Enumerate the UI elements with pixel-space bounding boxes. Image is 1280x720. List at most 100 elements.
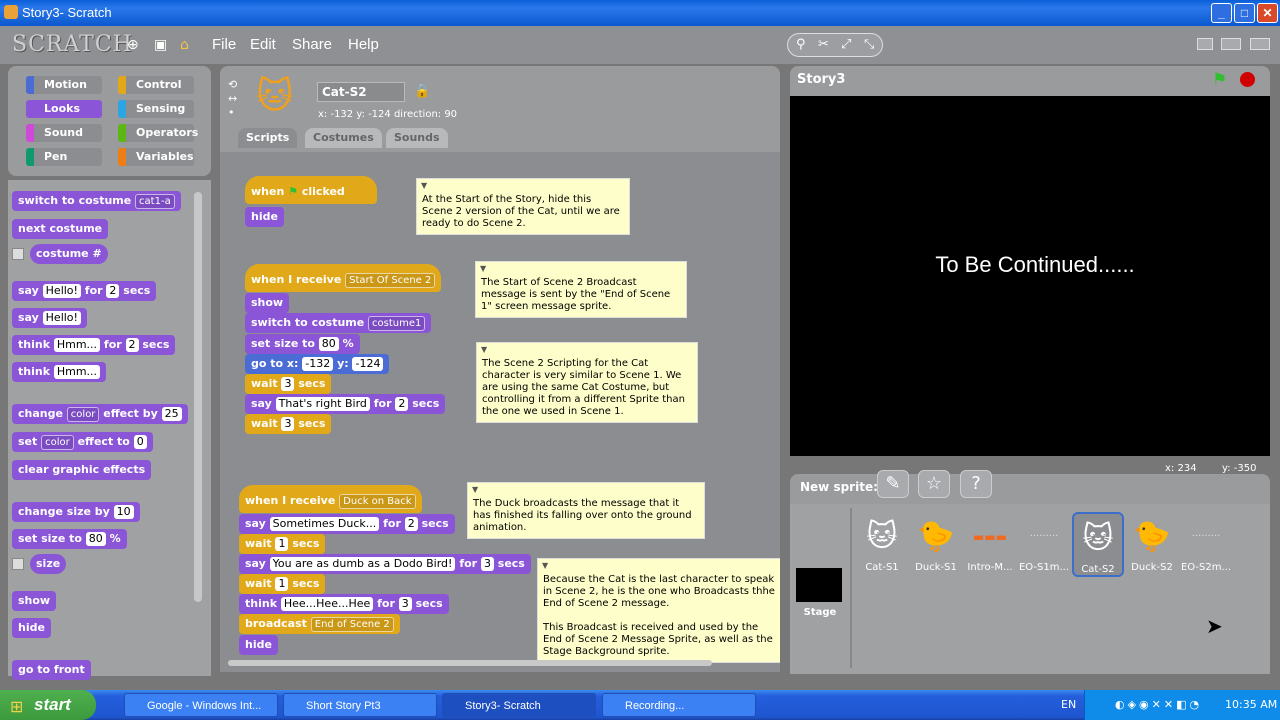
menu-share[interactable]: Share	[292, 36, 332, 53]
comment-note[interactable]: The Scene 2 Scripting for the Cat charac…	[476, 342, 698, 423]
block-set-effect[interactable]: set color effect to 0	[12, 432, 153, 452]
block-set-size[interactable]: set size to 80 %	[12, 529, 127, 549]
block-hide[interactable]: hide	[239, 635, 278, 655]
category-sensing[interactable]: Sensing	[118, 100, 194, 118]
scripts-hscrollbar[interactable]	[228, 660, 712, 666]
sprite-info: ⟲ ↔ • 🐱 Cat-S2 🔒 x: -132 y: -124 direction…	[220, 66, 780, 152]
category-sound[interactable]: Sound	[26, 124, 102, 142]
block-think-for[interactable]: think Hee...Hee...Hee for 3 secs	[239, 594, 449, 614]
green-flag-icon[interactable]: ⚑	[1212, 70, 1227, 90]
tab-costumes[interactable]: Costumes	[305, 128, 382, 148]
block-say[interactable]: say Hello!	[12, 308, 87, 328]
block-change-effect[interactable]: change color effect by 25	[12, 404, 188, 424]
block-think[interactable]: think Hmm...	[12, 362, 107, 382]
menu-edit[interactable]: Edit	[250, 36, 276, 53]
block-show[interactable]: show	[12, 591, 57, 611]
taskbar-item-ie[interactable]: Google - Windows Int...	[124, 693, 278, 717]
block-switch-costume[interactable]: switch to costume cat1-a	[12, 191, 181, 211]
block-say-for[interactable]: say You are as dumb as a Dodo Bird! for …	[239, 554, 531, 574]
sprite-thumb[interactable]: ········· EO-S1m...	[1018, 512, 1070, 573]
sprite-name-field[interactable]: Cat-S2	[317, 82, 405, 102]
text-sprite-icon: ·········	[1191, 531, 1221, 542]
costume-checkbox[interactable]	[12, 248, 24, 260]
block-go-to-front[interactable]: go to front	[12, 660, 91, 680]
windows-logo-icon: ⊞	[10, 697, 24, 716]
block-say-for[interactable]: say Hello! for 2 secs	[12, 281, 157, 301]
rotation-style-icons[interactable]: ⟲ ↔ •	[228, 78, 237, 120]
tab-sounds[interactable]: Sounds	[386, 128, 448, 148]
globe-icon[interactable]: ⊕	[127, 37, 143, 53]
sprite-thumb-selected[interactable]: 🐱 Cat-S2	[1072, 512, 1124, 577]
category-panel: Motion Control Looks Sensing Sound Opera…	[8, 66, 211, 176]
random-sprite-icon[interactable]: ?	[960, 470, 992, 498]
menu-help[interactable]: Help	[348, 36, 379, 53]
close-button[interactable]: ✕	[1257, 3, 1278, 23]
block-next-costume[interactable]: next costume	[12, 219, 109, 239]
hat-when-flag-clicked[interactable]: when ⚑ clicked	[245, 176, 377, 204]
tab-scripts[interactable]: Scripts	[238, 128, 298, 148]
stage-thumbnail[interactable]	[796, 568, 842, 602]
block-hide[interactable]: hide	[245, 207, 284, 227]
block-clear-effects[interactable]: clear graphic effects	[12, 460, 152, 480]
lock-icon[interactable]: 🔒	[414, 84, 430, 99]
delete-icon[interactable]: ✂	[818, 37, 829, 52]
sprite-thumb[interactable]: 🐤 Duck-S2	[1126, 512, 1178, 573]
language-indicator[interactable]: EN	[1061, 698, 1076, 711]
paint-sprite-icon[interactable]: ✎	[877, 470, 909, 498]
menu-file[interactable]: File	[212, 36, 236, 53]
comment-note[interactable]: The Duck broadcasts the message that it …	[467, 482, 705, 539]
block-say-for[interactable]: say That's right Bird for 2 secs	[245, 394, 446, 414]
block-wait[interactable]: wait 3 secs	[245, 374, 332, 394]
maximize-button[interactable]: □	[1234, 3, 1255, 23]
category-control[interactable]: Control	[118, 76, 194, 94]
presentation-icon[interactable]	[1250, 38, 1270, 50]
category-operators[interactable]: Operators	[118, 124, 198, 142]
block-wait[interactable]: wait 1 secs	[239, 534, 326, 554]
block-say-for[interactable]: say Sometimes Duck... for 2 secs	[239, 514, 455, 534]
block-size[interactable]: size	[30, 554, 67, 574]
block-set-size[interactable]: set size to 80 %	[245, 334, 360, 354]
block-wait[interactable]: wait 1 secs	[239, 574, 326, 594]
choose-sprite-icon[interactable]: ☆	[918, 470, 950, 498]
category-variables[interactable]: Variables	[118, 148, 194, 166]
block-broadcast[interactable]: broadcast End of Scene 2	[239, 614, 400, 634]
stage[interactable]: To Be Continued......	[790, 96, 1270, 456]
block-think-for[interactable]: think Hmm... for 2 secs	[12, 335, 176, 355]
scripts-area[interactable]: when ⚑ clicked hide At the Start of the …	[220, 152, 780, 672]
sprite-thumb[interactable]: ········· EO-S2m...	[1180, 512, 1232, 573]
sprite-thumbnail-cat: 🐱	[256, 76, 294, 117]
sprite-thumb[interactable]: 🐱 Cat-S1	[856, 512, 908, 573]
hat-when-i-receive[interactable]: when I receive Start Of Scene 2	[245, 264, 442, 292]
block-switch-costume[interactable]: switch to costume costume1	[245, 313, 432, 333]
size-checkbox[interactable]	[12, 558, 24, 570]
comment-note[interactable]: The Start of Scene 2 Broadcast message i…	[475, 261, 687, 318]
sprite-thumb[interactable]: ▬▬▬ Intro-M...	[964, 512, 1016, 573]
shrink-icon[interactable]: ⤡	[864, 37, 874, 52]
tray-icons[interactable]: ◐◈◉✕✕◧◔	[1115, 698, 1202, 711]
share-icon[interactable]: ⌂	[180, 37, 196, 53]
block-wait[interactable]: wait 3 secs	[245, 414, 332, 434]
save-icon[interactable]: ▣	[154, 37, 170, 53]
taskbar-item-scratch[interactable]: Story3- Scratch	[442, 693, 596, 717]
normal-stage-icon[interactable]	[1221, 38, 1241, 50]
taskbar-item-recording[interactable]: Recording...	[602, 693, 756, 717]
block-hide[interactable]: hide	[12, 618, 51, 638]
taskbar-item-folder[interactable]: Short Story Pt3	[283, 693, 437, 717]
palette-scrollbar[interactable]	[194, 192, 202, 602]
category-pen[interactable]: Pen	[26, 148, 102, 166]
block-change-size[interactable]: change size by 10	[12, 502, 140, 522]
comment-note[interactable]: At the Start of the Story, hide this Sce…	[416, 178, 630, 235]
category-motion[interactable]: Motion	[26, 76, 102, 94]
small-stage-icon[interactable]	[1197, 38, 1213, 50]
duplicate-icon[interactable]: ⚲	[796, 37, 806, 52]
category-looks[interactable]: Looks	[26, 100, 102, 118]
block-show[interactable]: show	[245, 293, 290, 313]
block-go-to-xy[interactable]: go to x: -132 y: -124	[245, 354, 390, 374]
comment-note[interactable]: Because the Cat is the last character to…	[537, 558, 780, 663]
stop-icon[interactable]	[1240, 72, 1255, 87]
minimize-button[interactable]: _	[1211, 3, 1232, 23]
hat-when-i-receive[interactable]: when I receive Duck on Back	[239, 485, 422, 513]
sprite-thumb[interactable]: 🐤 Duck-S1	[910, 512, 962, 573]
block-costume-num[interactable]: costume #	[30, 244, 108, 264]
grow-icon[interactable]: ⤢	[841, 37, 851, 52]
